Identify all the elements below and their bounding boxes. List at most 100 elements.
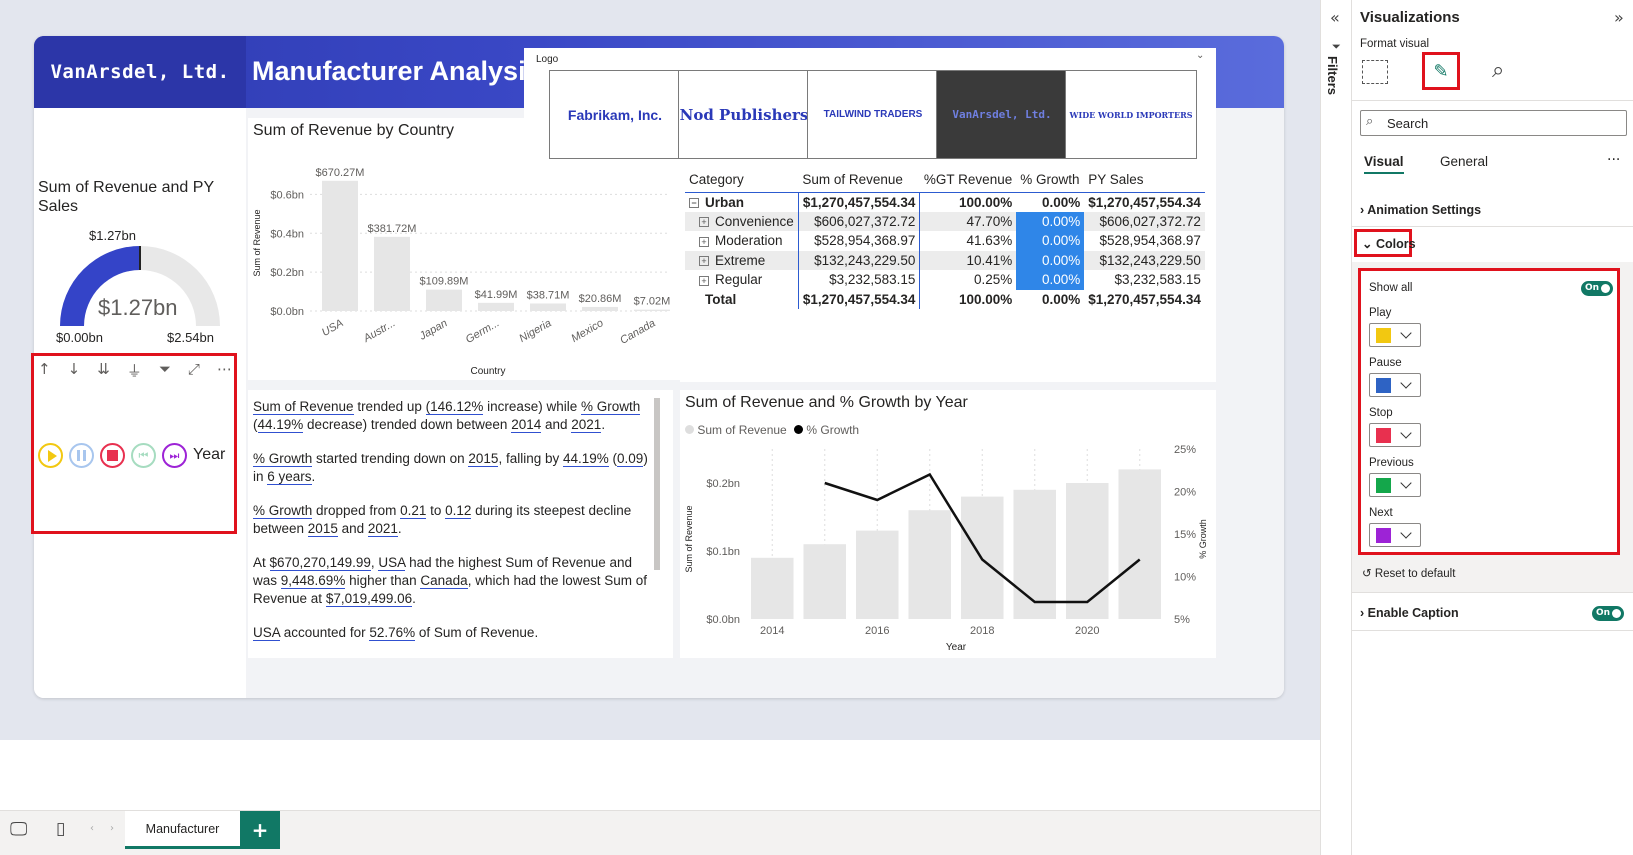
bar-data-label: $381.72M: [368, 223, 417, 235]
narrative-scrollbar[interactable]: [654, 398, 660, 570]
logo-item-tailwind[interactable]: TAILWIND TRADERS: [807, 70, 939, 159]
section-enable-caption[interactable]: › Enable Caption: [1360, 606, 1459, 620]
mobile-view-icon[interactable]: ▯: [56, 819, 65, 839]
previous-button[interactable]: ⏮: [131, 443, 156, 468]
narrative-value: 0.12: [445, 503, 472, 519]
analytics-icon[interactable]: ⌕: [1492, 58, 1504, 83]
color-swatch: [1376, 328, 1391, 343]
logo-item-wide-world[interactable]: WIDE WORLD IMPORTERS: [1065, 70, 1197, 159]
colors-card: Show all On Play Pause Stop Previous Next: [1358, 268, 1620, 555]
section-animation-settings[interactable]: › Animation Settings: [1360, 203, 1481, 217]
narrative-text-run: and: [337, 521, 368, 536]
matrix-total-cell: Total: [685, 289, 799, 309]
combo-bar-2014: [751, 557, 794, 619]
revenue-growth-by-year-chart[interactable]: Sum of Revenue and % Growth by Year Sum …: [680, 390, 1216, 658]
show-all-toggle[interactable]: On: [1581, 281, 1613, 296]
pane-title: Visualizations: [1360, 9, 1460, 26]
matrix-row[interactable]: + Regular $3,232,583.15 0.25% 0.00% $3,232,58…: [685, 270, 1205, 290]
pane-search[interactable]: ⌕ Search: [1360, 110, 1627, 136]
col-header-revenue[interactable]: Sum of Revenue: [798, 168, 920, 193]
expand-icon[interactable]: +: [699, 236, 709, 247]
matrix-cell: $528,954,368.97: [798, 231, 921, 251]
matrix-row[interactable]: + Moderation $528,954,368.97 41.63% 0.00% $52…: [685, 231, 1205, 251]
collapse-pane-icon[interactable]: »: [1614, 8, 1624, 27]
next-button[interactable]: ⏭: [162, 443, 187, 468]
visualizations-pane: Visualizations » Format visual ✎ ⌕ ⌕ Sea…: [1352, 0, 1633, 855]
bar-ytick: $0.6bn: [270, 189, 304, 201]
stop-button[interactable]: [100, 443, 125, 468]
narrative-value: 2014: [511, 417, 542, 433]
collapse-filters-icon[interactable]: «: [1330, 8, 1340, 27]
bar-data-label: $41.99M: [475, 289, 518, 301]
matrix-row[interactable]: + Extreme $132,243,229.50 10.41% 0.00% $132,2…: [685, 250, 1205, 270]
col-header-gt-revenue[interactable]: %GT Revenue: [919, 168, 1017, 193]
narrative-value: (146.12%: [425, 399, 484, 415]
expand-icon[interactable]: +: [699, 217, 709, 228]
matrix-cell: 0.00%: [1016, 250, 1085, 270]
matrix-cell: $606,027,372.72: [1084, 211, 1205, 231]
add-page-button[interactable]: +: [240, 811, 280, 849]
logo-slicer[interactable]: Logo ⌄ Fabrikam, Inc. Nod Publishers TAI…: [524, 48, 1216, 160]
more-options-icon[interactable]: ⋯: [217, 360, 232, 378]
tab-scroll-right-icon[interactable]: ›: [110, 823, 114, 834]
expand-icon[interactable]: +: [699, 275, 709, 286]
color-picker-previous[interactable]: [1369, 473, 1421, 497]
format-visual-icon[interactable]: ✎: [1422, 52, 1460, 90]
tab-visual[interactable]: Visual: [1364, 154, 1404, 174]
color-picker-stop[interactable]: [1369, 423, 1421, 447]
filters-label[interactable]: Filters: [1325, 56, 1340, 95]
chevron-down-icon: [1400, 477, 1412, 489]
play-axis-visual[interactable]: ↑ ↓ ⇊ ⏚ ⏷ ⤢ ⋯ ⏮ ⏭ Year: [31, 353, 237, 534]
drill-up-icon[interactable]: ↑: [38, 360, 51, 378]
filters-pane-collapsed[interactable]: « ⏷ Filters: [1320, 0, 1352, 855]
drill-down-icon[interactable]: ↓: [68, 360, 81, 378]
section-colors[interactable]: ⌄ Colors: [1362, 236, 1416, 251]
combo-y2label: % Growth: [1198, 519, 1208, 559]
collapse-icon[interactable]: −: [689, 197, 699, 208]
focus-mode-icon[interactable]: ⤢: [188, 360, 200, 378]
narrative-text-run: .: [601, 417, 606, 432]
narrative-p1: Sum of Revenue trended up (146.12% incre…: [253, 398, 653, 434]
matrix-cell: $3,232,583.15: [1114, 272, 1201, 288]
hierarchy-icon[interactable]: ⏚: [127, 360, 142, 380]
color-swatch: [1376, 528, 1391, 543]
desktop-view-icon[interactable]: 🖵: [10, 819, 27, 840]
build-visual-icon[interactable]: [1362, 60, 1388, 84]
tab-scroll-left-icon[interactable]: ‹: [90, 823, 94, 834]
category-matrix[interactable]: Category Sum of Revenue %GT Revenue % Gr…: [680, 160, 1216, 382]
narrative-value: USA: [253, 625, 281, 641]
play-button[interactable]: [38, 443, 63, 468]
more-options-icon[interactable]: ···: [1607, 152, 1620, 168]
col-header-growth[interactable]: % Growth: [1016, 168, 1085, 193]
chevron-right-icon: ›: [1360, 606, 1365, 620]
color-picker-play[interactable]: [1369, 323, 1421, 347]
slicer-chevron-icon[interactable]: ⌄: [1196, 50, 1204, 61]
search-placeholder: Search: [1387, 116, 1429, 131]
smart-narrative[interactable]: Sum of Revenue trended up (146.12% incre…: [248, 390, 673, 658]
pause-button[interactable]: [69, 443, 94, 468]
color-picker-pause[interactable]: [1369, 373, 1421, 397]
filter-icon[interactable]: ⏷: [159, 360, 171, 378]
matrix-total-cell: 100.00%: [958, 291, 1013, 307]
matrix-cell: $1,270,457,554.34: [798, 192, 921, 212]
matrix-row[interactable]: − Urban $1,270,457,554.34 100.00% 0.00% $1,27…: [685, 192, 1205, 212]
logo-item-fabrikam[interactable]: Fabrikam, Inc.: [549, 70, 681, 159]
tab-manufacturer[interactable]: Manufacturer: [125, 811, 240, 849]
expand-icon[interactable]: +: [699, 256, 709, 267]
logo-item-vanarsdel[interactable]: VanArsdel, Ltd.: [936, 70, 1068, 159]
col-header-py-sales[interactable]: PY Sales: [1084, 168, 1205, 193]
narrative-value: Sum of Revenue: [253, 399, 354, 415]
bar-austr: [374, 236, 410, 311]
gauge-target-label: $1.27bn: [89, 228, 136, 243]
chevron-down-icon: [1400, 377, 1412, 389]
expand-all-icon[interactable]: ⇊: [97, 360, 110, 378]
col-header-category[interactable]: Category: [685, 168, 799, 193]
narrative-text-run: .: [311, 469, 316, 484]
gauge-chart[interactable]: [34, 218, 246, 348]
logo-item-nod-publishers[interactable]: Nod Publishers: [678, 70, 810, 159]
reset-to-default[interactable]: ↺ Reset to default: [1362, 566, 1455, 580]
color-picker-next[interactable]: [1369, 523, 1421, 547]
matrix-row[interactable]: + Convenience $606,027,372.72 47.70% 0.00% $6…: [685, 211, 1205, 231]
caption-toggle[interactable]: On: [1592, 606, 1624, 621]
tab-general[interactable]: General: [1440, 154, 1488, 169]
